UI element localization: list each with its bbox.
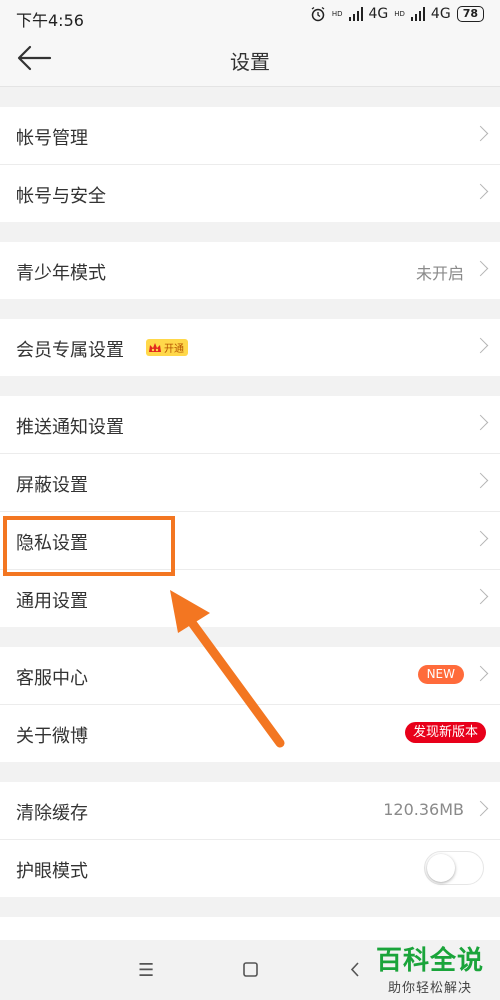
chevron-right-icon — [472, 260, 489, 277]
status-icons: HD 4G HD 4G 78 — [310, 6, 484, 22]
group-gap — [0, 762, 500, 782]
account-management-row[interactable]: 帐号管理 — [0, 107, 500, 165]
youth-mode-status: 未开启 — [415, 264, 464, 283]
chevron-right-icon — [472, 183, 489, 200]
settings-group-vip: 会员专属设置 开通 — [0, 319, 500, 376]
chevron-right-icon — [472, 125, 489, 142]
chevron-right-icon — [472, 800, 489, 817]
cache-size: 120.36MB — [383, 800, 464, 819]
chevron-right-icon — [472, 665, 489, 682]
row-label: 帐号管理 — [16, 128, 88, 149]
row-label: 屏蔽设置 — [16, 475, 88, 496]
account-security-row[interactable]: 帐号与安全 — [0, 165, 500, 222]
row-label: 护眼模式 — [16, 861, 88, 882]
watermark-subtitle: 助你轻松解决 — [387, 981, 472, 996]
vip-badge: 开通 — [146, 339, 188, 356]
vip-settings-row[interactable]: 会员专属设置 开通 — [0, 319, 500, 376]
eye-protection-toggle[interactable] — [424, 851, 484, 885]
row-label: 帐号与安全 — [16, 186, 106, 207]
new-badge: NEW — [417, 665, 464, 684]
group-gap — [0, 627, 500, 647]
row-label: 清除缓存 — [16, 803, 88, 824]
settings-group-account: 帐号管理 帐号与安全 — [0, 107, 500, 222]
status-bar: 下午4:56 HD 4G HD 4G 78 — [0, 0, 500, 32]
chevron-right-icon — [472, 337, 489, 354]
battery-indicator: 78 — [456, 6, 484, 22]
signal-icon — [348, 7, 363, 21]
chevron-left-icon[interactable] — [350, 962, 360, 977]
customer-service-row[interactable]: 客服中心 NEW — [0, 647, 500, 705]
alarm-icon — [311, 6, 325, 22]
chevron-right-icon — [472, 414, 489, 431]
group-gap — [0, 897, 500, 917]
group-gap — [0, 87, 500, 107]
settings-group-youth: 青少年模式 未开启 — [0, 242, 500, 299]
push-notification-settings-row[interactable]: 推送通知设置 — [0, 396, 500, 454]
signal-icon-2 — [410, 7, 425, 21]
group-gap — [0, 222, 500, 242]
settings-group-support: 客服中心 NEW 关于微博 发现新版本 — [0, 647, 500, 762]
row-label: 推送通知设置 — [16, 417, 124, 438]
settings-group-storage: 清除缓存 120.36MB 护眼模式 — [0, 782, 500, 897]
clear-cache-row[interactable]: 清除缓存 120.36MB — [0, 782, 500, 840]
network-type-2: 4G — [430, 6, 451, 22]
toggle-knob — [427, 854, 455, 882]
page-title: 设置 — [230, 50, 270, 74]
row-label: 隐私设置 — [16, 533, 88, 554]
settings-group-general: 推送通知设置 屏蔽设置 隐私设置 通用设置 — [0, 396, 500, 627]
hd-label-2: HD — [394, 9, 405, 18]
menu-icon[interactable]: ☰ — [138, 960, 154, 981]
about-weibo-row[interactable]: 关于微博 发现新版本 — [0, 705, 500, 762]
row-label: 会员专属设置 — [16, 340, 124, 361]
square-icon[interactable] — [243, 962, 258, 977]
settings-list: 帐号管理 帐号与安全 青少年模式 未开启 会员专属设置 开通 推送通知设置 屏蔽… — [0, 87, 500, 957]
group-gap — [0, 376, 500, 396]
chevron-right-icon — [472, 588, 489, 605]
row-label: 关于微博 — [16, 726, 88, 747]
watermark-title: 百科全说 — [375, 946, 484, 976]
network-type-1: 4G — [368, 6, 389, 22]
general-settings-row[interactable]: 通用设置 — [0, 570, 500, 627]
crown-icon — [149, 342, 161, 352]
chevron-right-icon — [472, 472, 489, 489]
navigation-bar: 设置 — [0, 32, 500, 87]
row-label: 青少年模式 — [16, 263, 106, 284]
watermark: 百科全说 助你轻松解决 — [376, 940, 484, 996]
status-time: 下午4:56 — [16, 11, 84, 30]
hd-label: HD — [331, 9, 343, 18]
row-label: 通用设置 — [16, 591, 88, 612]
youth-mode-row[interactable]: 青少年模式 未开启 — [0, 242, 500, 299]
block-settings-row[interactable]: 屏蔽设置 — [0, 454, 500, 512]
row-label: 客服中心 — [16, 668, 88, 689]
vip-badge-label: 开通 — [164, 344, 184, 355]
privacy-settings-row[interactable]: 隐私设置 — [0, 512, 500, 570]
eye-protection-row: 护眼模式 — [0, 840, 500, 897]
group-gap — [0, 299, 500, 319]
chevron-right-icon — [472, 530, 489, 547]
new-version-badge: 发现新版本 — [404, 722, 486, 743]
